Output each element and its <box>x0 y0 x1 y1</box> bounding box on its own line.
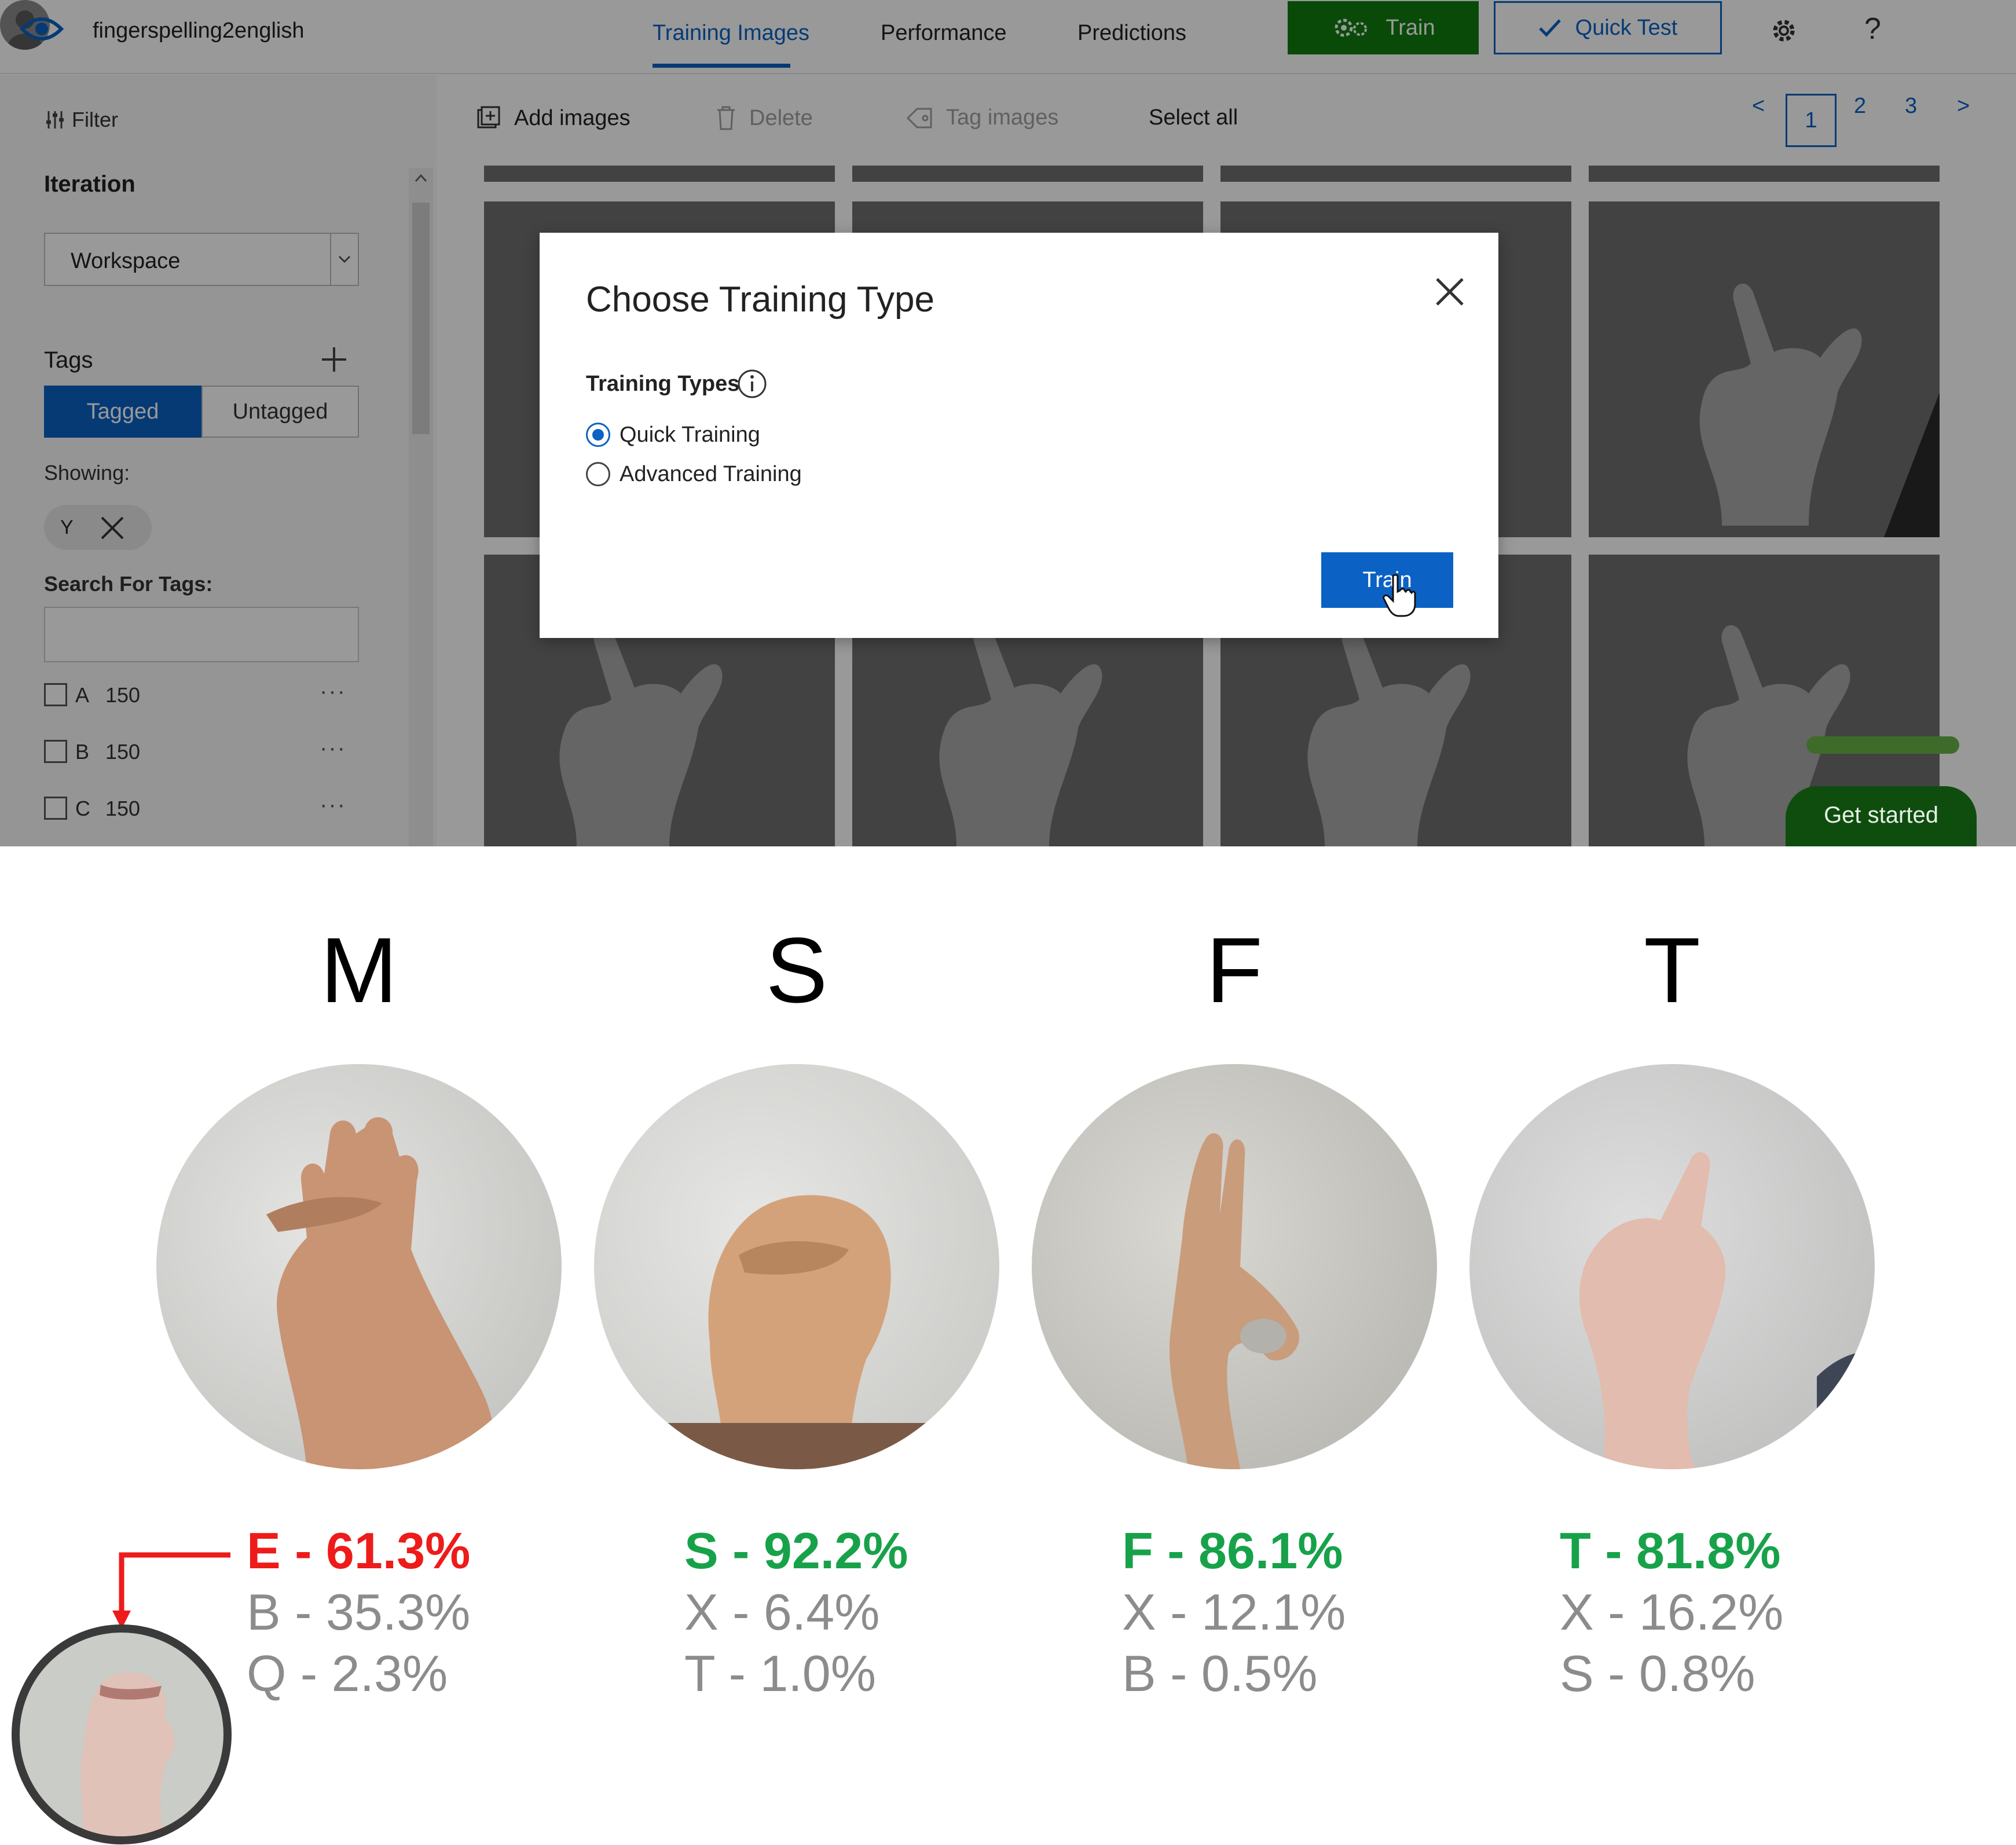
hand-m-image <box>266 1117 494 1469</box>
second-prediction: X - 6.4% <box>684 1583 880 1641</box>
advanced-training-label: Advanced Training <box>620 461 802 486</box>
dialog-title: Choose Training Type <box>586 280 935 320</box>
hand-sign-photo <box>1032 1064 1437 1469</box>
top-prediction: F - 86.1% <box>1122 1522 1343 1579</box>
second-prediction: B - 35.3% <box>247 1583 471 1641</box>
advanced-training-radio[interactable] <box>586 462 610 486</box>
hand-sign-photo <box>594 1064 999 1469</box>
quick-training-label: Quick Training <box>620 422 760 447</box>
sign-letter-heading: S <box>765 918 828 1022</box>
top-prediction: E - 61.3% <box>247 1522 471 1579</box>
sign-letter-heading: M <box>320 918 398 1022</box>
third-prediction: S - 0.8% <box>1560 1645 1755 1702</box>
top-prediction: S - 92.2% <box>684 1522 908 1579</box>
choose-training-type-dialog: Choose Training Type Training Types Quic… <box>540 233 1498 638</box>
sign-letter-heading: F <box>1206 918 1263 1022</box>
quick-training-radio[interactable] <box>586 423 610 447</box>
training-types-label: Training Types <box>586 372 740 396</box>
progress-bar <box>1806 736 1959 754</box>
hand-pointer-cursor-icon <box>1383 574 1416 617</box>
second-prediction: X - 16.2% <box>1560 1583 1784 1641</box>
custom-vision-app: fingerspelling2english Training Images P… <box>0 0 2016 846</box>
hand-t-image <box>1579 1151 1875 1469</box>
hand-s-image <box>664 1195 930 1469</box>
close-icon[interactable] <box>1431 273 1468 310</box>
third-prediction: T - 1.0% <box>684 1645 876 1702</box>
get-started-button[interactable]: Get started <box>1786 786 1977 846</box>
third-prediction: B - 0.5% <box>1122 1645 1318 1702</box>
sign-letter-heading: T <box>1644 918 1700 1022</box>
advanced-training-option[interactable]: Advanced Training <box>586 460 802 489</box>
top-prediction: T - 81.8% <box>1560 1522 1781 1579</box>
red-callout-arrow <box>112 1552 230 1629</box>
hand-f-image <box>1169 1133 1299 1469</box>
second-prediction: X - 12.1% <box>1122 1583 1346 1641</box>
prediction-results-panel: M S F T E - 61.3% B - 35.3% Q - 2.3% S -… <box>0 846 2016 1845</box>
third-prediction: Q - 2.3% <box>247 1645 448 1702</box>
hand-e-image <box>80 1672 175 1836</box>
info-icon[interactable] <box>736 368 768 399</box>
quick-training-option[interactable]: Quick Training <box>586 420 760 449</box>
e-sign-inset-photo <box>12 1624 232 1844</box>
hand-sign-photo <box>1469 1064 1875 1469</box>
hand-sign-photo <box>156 1064 562 1469</box>
